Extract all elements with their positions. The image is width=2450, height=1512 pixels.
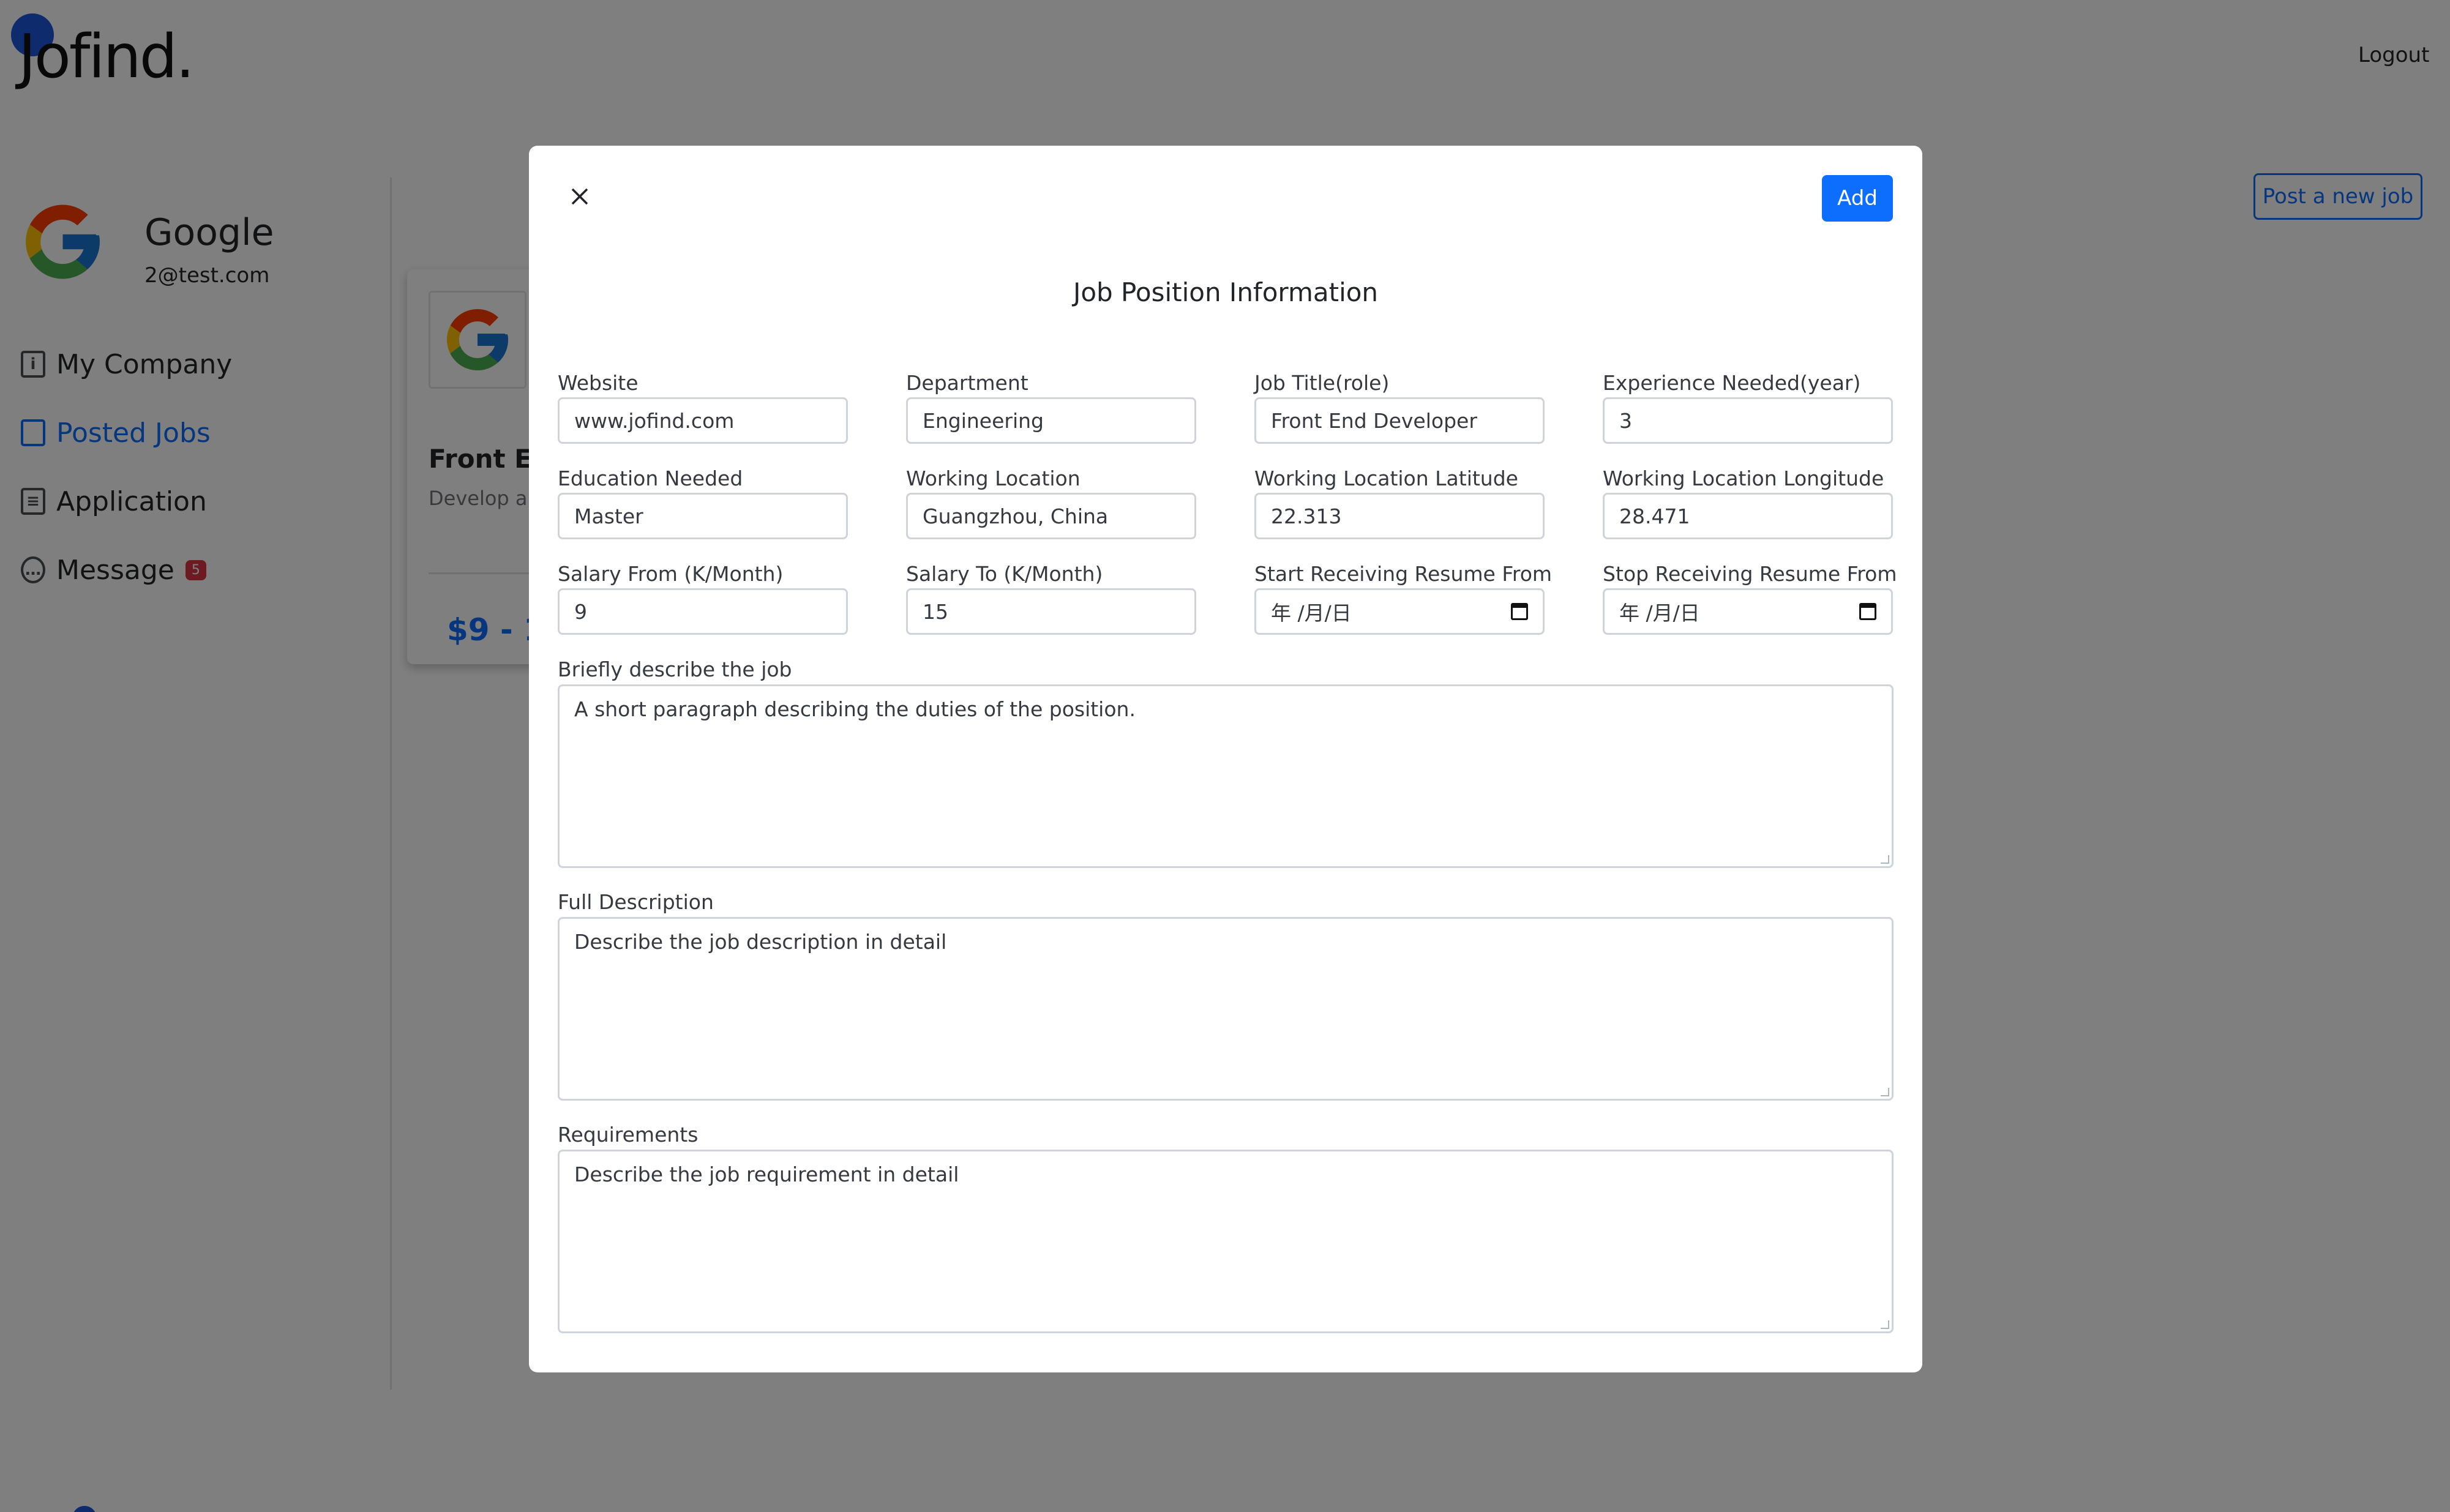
close-icon[interactable] [566,182,594,211]
website-field[interactable]: www.jofind.com [558,397,848,444]
longitude-value: 28.471 [1619,504,1690,528]
resume-stop-value: 年 /月/日 [1619,601,1700,625]
job-title-label: Job Title(role) [1254,371,1390,395]
full-description-textarea[interactable]: Describe the job description in detail [558,917,1894,1101]
requirements-textarea[interactable]: Describe the job requirement in detail [558,1150,1894,1333]
website-label: Website [558,371,639,395]
salary-to-value: 15 [923,599,948,624]
salary-from-field[interactable]: 9 [558,588,848,635]
requirements-placeholder: Describe the job requirement in detail [574,1162,959,1186]
resume-start-date-field[interactable]: 年 /月/日 [1254,588,1545,635]
resume-stop-label: Stop Receiving Resume From [1603,562,1897,586]
resume-start-label: Start Receiving Resume From [1254,562,1553,586]
salary-to-label: Salary To (K/Month) [906,562,1103,586]
salary-from-label: Salary From (K/Month) [558,562,784,586]
resize-handle[interactable] [1881,1320,1889,1329]
experience-label: Experience Needed(year) [1603,371,1861,395]
calendar-icon[interactable] [1859,603,1876,620]
salary-from-value: 9 [574,599,587,624]
full-description-label: Full Description [558,890,714,914]
longitude-label: Working Location Longitude [1603,466,1884,490]
experience-field[interactable]: 3 [1603,397,1893,444]
latitude-label: Working Location Latitude [1254,466,1518,490]
job-position-modal: Add Job Position Information Website www… [529,146,1922,1372]
resize-handle[interactable] [1881,1088,1889,1096]
add-button[interactable]: Add [1822,175,1893,222]
resume-start-value: 年 /月/日 [1271,601,1352,625]
requirements-label: Requirements [558,1123,699,1147]
brief-description-textarea[interactable]: A short paragraph describing the duties … [558,684,1894,868]
department-field[interactable]: Engineering [906,397,1196,444]
education-value: Master [574,504,643,528]
brief-description-placeholder: A short paragraph describing the duties … [574,697,1136,721]
job-title-value: Front End Developer [1271,408,1477,433]
resume-stop-date-field[interactable]: 年 /月/日 [1603,588,1893,635]
modal-title: Job Position Information [1073,277,1379,307]
education-field[interactable]: Master [558,493,848,539]
department-value: Engineering [923,408,1044,433]
department-label: Department [906,371,1028,395]
resize-handle[interactable] [1881,855,1889,864]
latitude-field[interactable]: 22.313 [1254,493,1545,539]
location-field[interactable]: Guangzhou, China [906,493,1196,539]
education-label: Education Needed [558,466,743,490]
calendar-icon[interactable] [1511,603,1528,620]
job-title-field[interactable]: Front End Developer [1254,397,1545,444]
latitude-value: 22.313 [1271,504,1342,528]
full-description-placeholder: Describe the job description in detail [574,930,947,954]
experience-value: 3 [1619,408,1632,433]
brief-description-label: Briefly describe the job [558,657,792,681]
location-label: Working Location [906,466,1081,490]
salary-to-field[interactable]: 15 [906,588,1196,635]
website-value: www.jofind.com [574,408,735,433]
longitude-field[interactable]: 28.471 [1603,493,1893,539]
location-value: Guangzhou, China [923,504,1109,528]
